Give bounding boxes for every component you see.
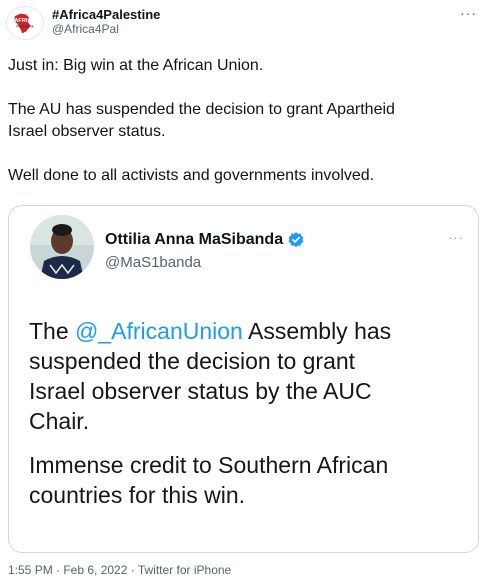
verified-badge-icon: [288, 232, 304, 248]
mention-link[interactable]: @_AfricanUnion: [75, 318, 243, 344]
tweet-timestamp[interactable]: 1:55 PM · Feb 6, 2022 · Twitter for iPho…: [8, 562, 231, 578]
quoted-more-options-icon[interactable]: ···: [448, 230, 464, 245]
quoted-tweet-text: The @_AfricanUnion Assembly has suspende…: [29, 316, 469, 510]
tweet-text: Just in: Big win at the African Union. T…: [8, 55, 478, 187]
tweet-header: AFRICA PALESTINE #Africa4Palestine @Afri…: [6, 6, 481, 40]
quoted-line: suspended the decision to grant: [29, 348, 356, 374]
quoted-author-handle[interactable]: @MaS1banda: [105, 253, 305, 272]
tweet-line: Just in: Big win at the African Union.: [8, 57, 264, 74]
author-info: #Africa4Palestine @Africa4Pal: [52, 7, 160, 37]
quoted-author-name-row: Ottilia Anna MaSibanda: [105, 230, 305, 250]
more-options-icon[interactable]: ···: [460, 6, 477, 20]
quoted-line: countries for this win.: [29, 482, 246, 508]
author-display-name[interactable]: #Africa4Palestine: [52, 7, 160, 22]
author-avatar[interactable]: AFRICA PALESTINE: [6, 6, 44, 40]
quoted-tweet-card[interactable]: Ottilia Anna MaSibanda @MaS1banda ··· Th…: [8, 205, 479, 553]
quoted-line: The @_AfricanUnion Assembly has: [29, 316, 469, 346]
quoted-author-display-name[interactable]: Ottilia Anna MaSibanda: [105, 230, 283, 250]
quoted-author-info: Ottilia Anna MaSibanda @MaS1banda: [105, 230, 305, 272]
quoted-line: Chair.: [29, 408, 90, 434]
person-avatar-icon: [30, 215, 94, 279]
quoted-author-avatar[interactable]: [30, 215, 94, 279]
tweet-line: Well done to all activists and governmen…: [8, 167, 375, 184]
logo-text: AFRICA: [14, 18, 35, 24]
tweet-line: Israel observer status.: [8, 123, 166, 140]
quoted-text-rest: Assembly has: [242, 318, 392, 344]
africa4palestine-logo-icon: AFRICA PALESTINE: [7, 7, 43, 39]
quoted-line: Israel observer status by the AUC: [29, 378, 372, 404]
tweet-line: The AU has suspended the decision to gra…: [8, 101, 395, 118]
quoted-line: Immense credit to Southern African: [29, 452, 389, 478]
author-handle[interactable]: @Africa4Pal: [52, 22, 160, 37]
logo-subtext: PALESTINE: [16, 25, 35, 29]
quoted-text-prefix: The: [29, 318, 76, 344]
